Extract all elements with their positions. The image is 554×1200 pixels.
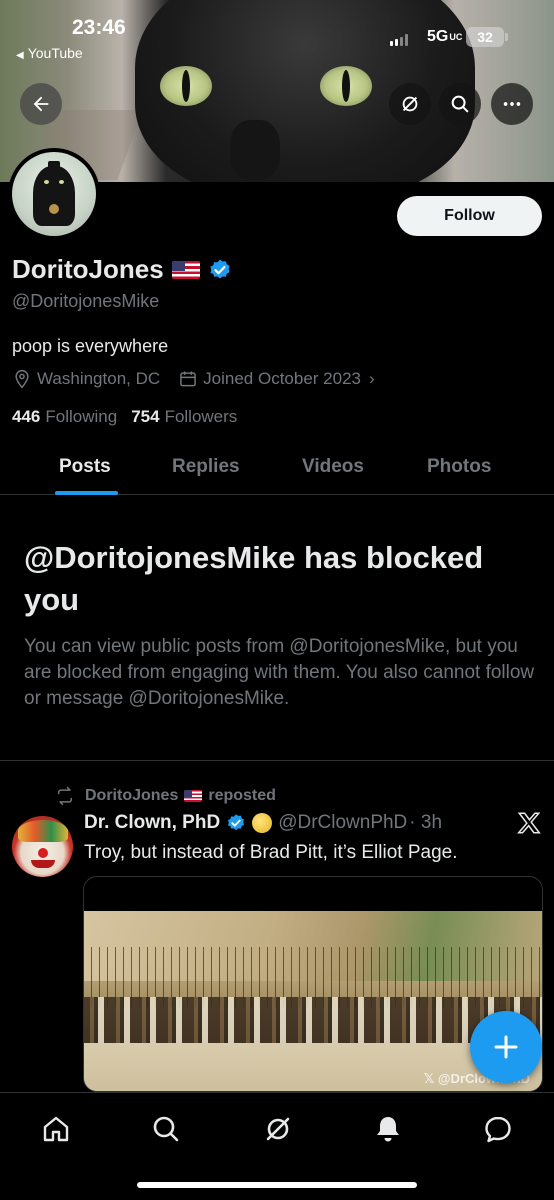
blocked-message: You can view public posts from @Doritojo… (24, 636, 535, 709)
post-header: Dr. Clown, PhD @DrClownPhD · 3h (84, 812, 442, 834)
profile-location: Washington, DC (37, 369, 161, 388)
x-logo-icon[interactable] (516, 810, 542, 836)
calendar-icon (180, 371, 196, 387)
nav-grok[interactable] (262, 1113, 294, 1145)
more-icon (503, 102, 521, 106)
signal-icon (390, 34, 408, 46)
us-flag-icon (184, 790, 203, 802)
nav-home[interactable] (40, 1113, 72, 1145)
status-time: 23:46 (72, 16, 126, 39)
x-logo-icon: 𝕏 (423, 1071, 438, 1086)
tab-videos[interactable]: Videos (302, 456, 364, 478)
repost-indicator[interactable]: DoritoJones reposted (55, 786, 276, 806)
search-button[interactable] (439, 83, 481, 125)
follow-button[interactable]: Follow (397, 196, 542, 236)
joined-date[interactable]: Joined October 2023 › (178, 369, 375, 389)
follow-counts: 446 Following 754 Followers (12, 407, 237, 427)
messages-icon (485, 1116, 511, 1143)
back-app-icon: ◀ (16, 50, 24, 61)
profile-bio: poop is everywhere (12, 336, 169, 356)
search-icon (451, 95, 469, 113)
profile-display-name: DoritoJones (12, 254, 232, 285)
home-indicator (137, 1182, 417, 1188)
nav-notifications[interactable] (372, 1113, 404, 1145)
back-arrow-icon (33, 96, 49, 112)
repost-icon (58, 786, 72, 806)
more-button[interactable] (491, 83, 533, 125)
profile-handle: @DoritojonesMike (12, 291, 160, 311)
network-label: 5G (427, 28, 449, 45)
repost-label: reposted (208, 787, 276, 804)
verified-badge-icon[interactable] (226, 813, 246, 833)
status-bar: 23:46 ◀ YouTube 5GUC 32 (0, 0, 554, 70)
tab-replies[interactable]: Replies (172, 456, 240, 478)
nav-messages[interactable] (482, 1113, 514, 1145)
location-icon (15, 369, 29, 389)
profile-tabs: Posts Replies Videos Photos (0, 440, 554, 495)
us-flag-icon (171, 260, 200, 279)
display-name-text: DoritoJones (12, 254, 164, 284)
profile-joined: Joined October 2023 (203, 369, 361, 388)
verified-badge-icon[interactable] (208, 258, 232, 282)
repost-name: DoritoJones (85, 787, 179, 804)
blocked-title: @DoritojonesMike has blocked you (24, 540, 484, 617)
network-indicator: 5GUC (427, 28, 462, 46)
home-icon (43, 1116, 69, 1142)
tab-posts[interactable]: Posts (59, 456, 111, 478)
grok-icon (402, 96, 418, 112)
profile-meta: Washington, DC Joined October 2023 › (12, 369, 393, 389)
chevron-right-icon: › (369, 369, 375, 388)
grok-button[interactable] (389, 83, 431, 125)
battery-indicator: 32 (466, 27, 508, 47)
post-time: · 3h (409, 812, 443, 833)
search-icon (153, 1116, 179, 1142)
nav-search[interactable] (150, 1113, 182, 1145)
post-text: Troy, but instead of Brad Pitt, it’s Ell… (84, 842, 458, 863)
post-author-avatar[interactable] (12, 816, 73, 877)
profile-avatar[interactable] (8, 148, 100, 240)
tab-photos[interactable]: Photos (427, 456, 491, 478)
active-tab-indicator (55, 491, 118, 495)
gold-affiliate-icon (252, 813, 273, 833)
back-app-label: YouTube (27, 45, 83, 61)
section-divider (0, 760, 554, 761)
following-count[interactable]: 446 Following (12, 407, 117, 427)
plus-icon (494, 1035, 518, 1059)
grok-icon (266, 1117, 290, 1141)
notifications-icon (377, 1117, 399, 1142)
post-author-name[interactable]: Dr. Clown, PhD (84, 812, 220, 834)
followers-count[interactable]: 754 Followers (131, 407, 237, 427)
back-button[interactable] (20, 83, 62, 125)
back-to-app[interactable]: ◀ YouTube (16, 45, 83, 61)
compose-button[interactable] (470, 1011, 542, 1083)
network-suffix: UC (449, 31, 463, 42)
post-author-handle[interactable]: @DrClownPhD (278, 812, 407, 834)
